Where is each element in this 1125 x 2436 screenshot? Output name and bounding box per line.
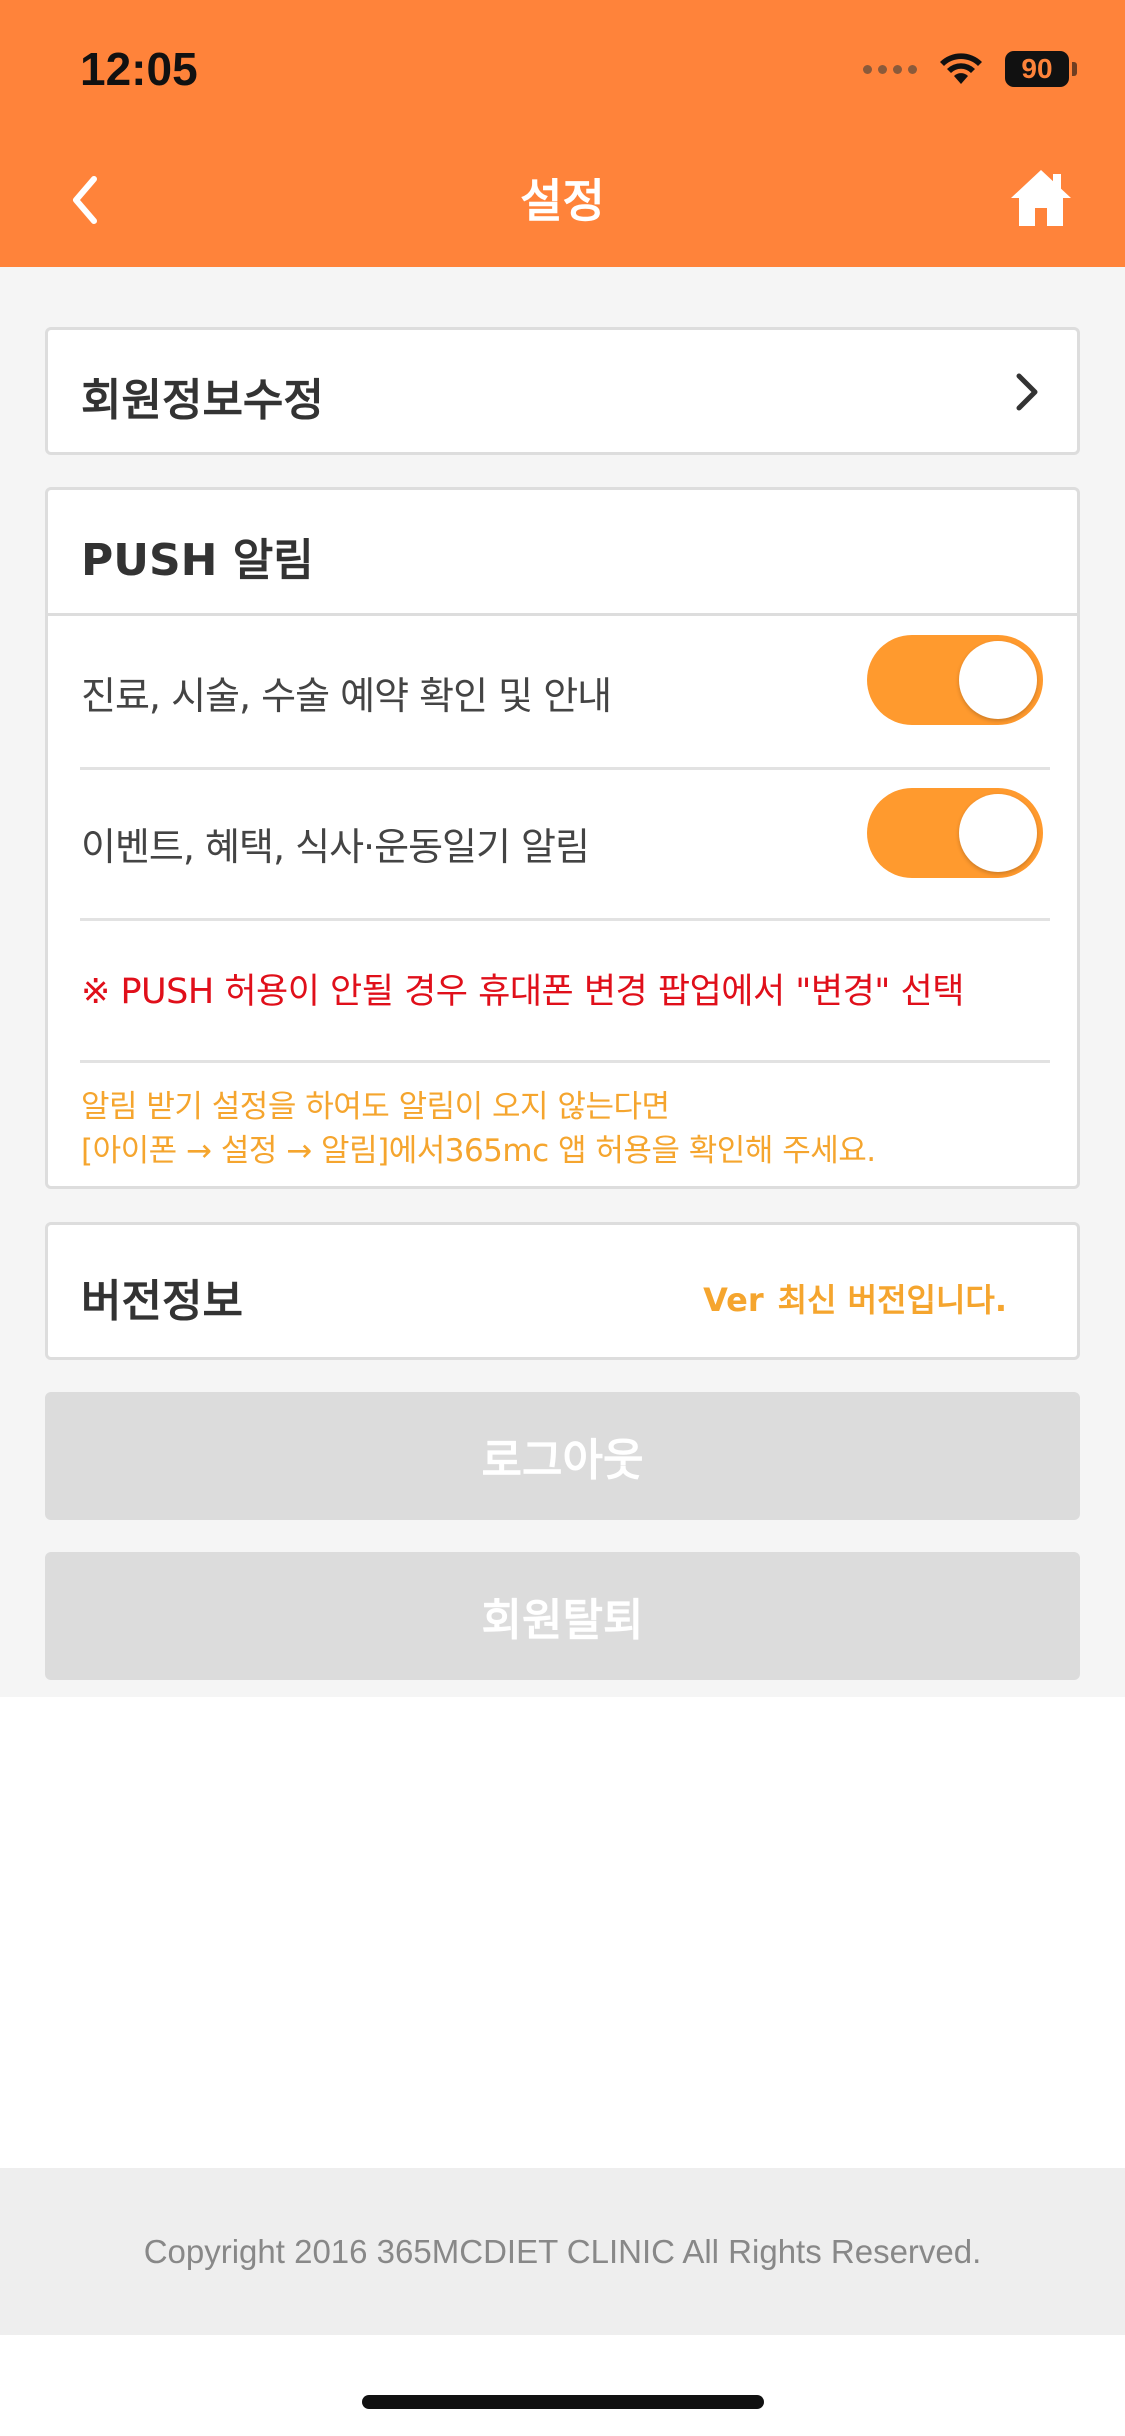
home-indicator[interactable] <box>362 2395 764 2409</box>
settings-content: 회원정보수정 PUSH 알림 진료, 시술, 수술 예약 확인 및 안내 이벤트… <box>0 267 1125 1697</box>
divider <box>80 918 1050 921</box>
version-label: 버전정보 <box>81 1276 243 1327</box>
push-notice: ※ PUSH 허용이 안될 경우 휴대폰 변경 팝업에서 "변경" 선택 <box>81 972 964 1012</box>
push-item-reservation-toggle[interactable] <box>867 635 1043 725</box>
page-title: 설정 <box>520 174 605 228</box>
toggle-knob <box>959 794 1037 872</box>
edit-profile-label: 회원정보수정 <box>81 375 324 426</box>
app-header: 12:05 90 설정 <box>0 0 1125 267</box>
divider <box>80 767 1050 770</box>
push-item-event-toggle[interactable] <box>867 788 1043 878</box>
push-item-reservation-label: 진료, 시술, 수술 예약 확인 및 안내 <box>81 674 612 718</box>
push-help-line: [아이폰 → 설정 → 알림]에서365mc 앱 허용을 확인해 주세요. <box>81 1133 876 1169</box>
battery-icon: 90 <box>1005 51 1077 87</box>
version-info-row: 버전정보 Ver 최신 버전입니다. <box>45 1222 1080 1360</box>
version-prefix: Ver <box>703 1281 764 1319</box>
edit-profile-row[interactable]: 회원정보수정 <box>45 327 1080 455</box>
push-help-line: 알림 받기 설정을 하여도 알림이 오지 않는다면 <box>81 1089 670 1125</box>
divider <box>80 1060 1050 1063</box>
chevron-right-icon <box>1016 373 1038 411</box>
version-value: Ver 최신 버전입니다. <box>703 1275 1007 1321</box>
home-button[interactable] <box>1009 166 1073 230</box>
withdraw-button[interactable]: 회원탈퇴 <box>45 1552 1080 1680</box>
push-settings-card: PUSH 알림 진료, 시술, 수술 예약 확인 및 안내 이벤트, 혜택, 식… <box>45 487 1080 1189</box>
divider <box>48 613 1077 616</box>
push-item-event-label: 이벤트, 혜택, 식사·운동일기 알림 <box>81 825 590 869</box>
logout-button[interactable]: 로그아웃 <box>45 1392 1080 1520</box>
status-icons: 90 <box>863 44 1077 94</box>
push-help-text: 알림 받기 설정을 하여도 알림이 오지 않는다면 [아이폰 → 설정 → 알림… <box>81 1085 876 1173</box>
version-status: 최신 버전입니다. <box>777 1281 1007 1319</box>
push-title: PUSH 알림 <box>81 535 314 586</box>
copyright-text: Copyright 2016 365MCDIET CLINIC All Righ… <box>143 2232 982 2270</box>
cellular-signal-icon <box>863 64 917 74</box>
wifi-icon <box>940 53 982 84</box>
status-time: 12:05 <box>80 43 198 95</box>
battery-level: 90 <box>1005 51 1069 87</box>
home-icon <box>1011 170 1071 226</box>
footer: Copyright 2016 365MCDIET CLINIC All Righ… <box>0 2168 1125 2335</box>
toggle-knob <box>959 641 1037 719</box>
